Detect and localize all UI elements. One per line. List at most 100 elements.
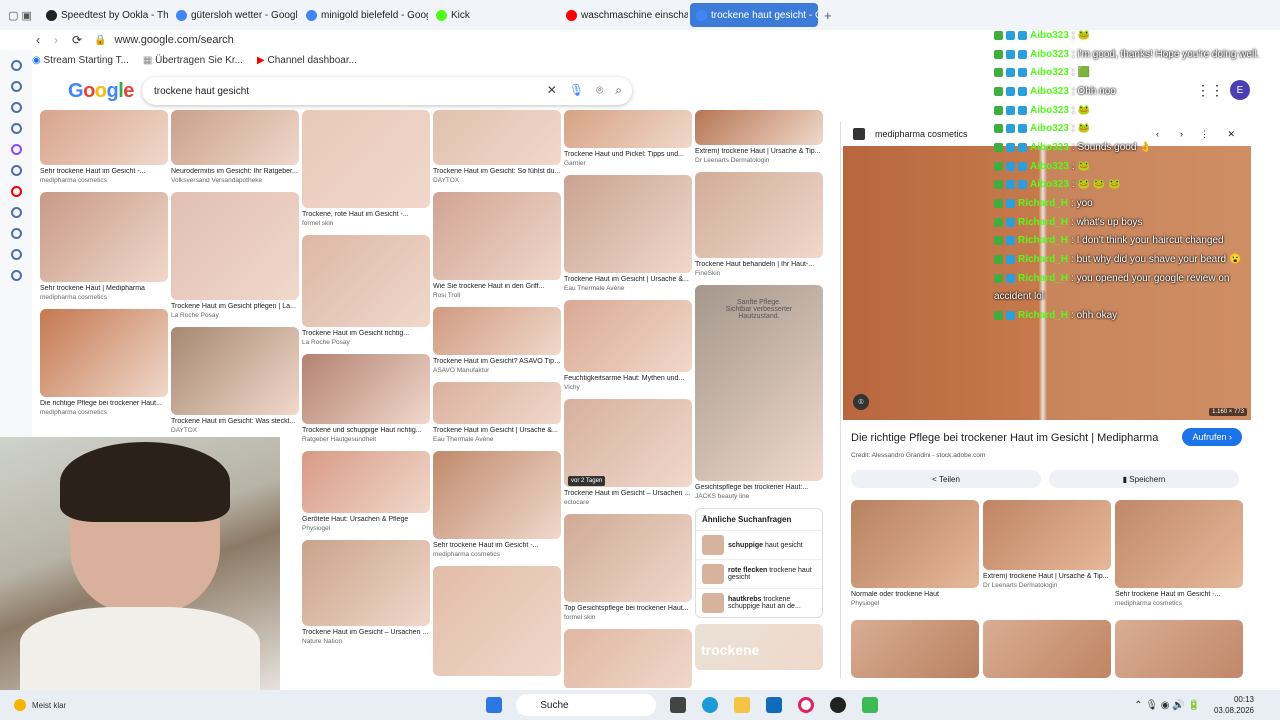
search-box[interactable]: trockene haut gesicht ✕ 🎙 ⌾ ⌕: [142, 77, 632, 105]
chat-username[interactable]: Aibo323: [1030, 30, 1069, 41]
image-result[interactable]: Sehr trockene Haut | Medipharma medipharm…: [40, 192, 168, 303]
image-result[interactable]: Wie Sie trockene Haut in den Griff... Ros…: [433, 192, 561, 301]
chat-username[interactable]: Richard_H: [1018, 217, 1068, 228]
panel-title[interactable]: Die richtige Pflege bei trockener Haut i…: [851, 432, 1171, 444]
result-thumbnail[interactable]: [564, 300, 692, 372]
bookmark-1[interactable]: ◉ Stream Starting T...: [32, 55, 129, 66]
result-source[interactable]: DAYTOX: [171, 427, 299, 436]
result-thumbnail[interactable]: [40, 192, 168, 282]
clock[interactable]: 00:13 03.08.2026: [1214, 694, 1254, 716]
result-caption[interactable]: Trockene Haut im Gesicht: So fühlst du..…: [433, 168, 561, 177]
result-source[interactable]: Rosi Troll: [433, 292, 561, 301]
image-result[interactable]: Sanfte Pflege. Sichtbar verbesserter Hautz…: [695, 285, 823, 502]
site-info-icon[interactable]: 🔒: [94, 35, 106, 46]
result-thumbnail[interactable]: [433, 566, 561, 676]
result-caption[interactable]: Trockene, rote Haut im Gesicht -...: [302, 211, 430, 220]
sidebar-icon-8[interactable]: [10, 207, 22, 218]
result-thumbnail[interactable]: [433, 192, 561, 280]
related-thumbnail[interactable]: [1115, 500, 1243, 588]
image-result[interactable]: Trockene, rote Haut im Gesicht -... forme…: [302, 110, 430, 229]
new-tab-button[interactable]: +: [824, 8, 832, 23]
result-caption[interactable]: Wie Sie trockene Haut in den Griff...: [433, 283, 561, 292]
tab-0[interactable]: Speedtest by Ookla - The G: [40, 3, 168, 27]
result-caption[interactable]: Sehr trockene Haut im Gesicht -...: [433, 542, 561, 551]
related-thumbnail[interactable]: [983, 500, 1111, 570]
result-source[interactable]: JACKS beauty line: [695, 493, 823, 502]
url-field[interactable]: www.google.com/search: [115, 34, 234, 46]
result-source[interactable]: medipharma cosmetics: [40, 294, 168, 303]
related-caption[interactable]: Sehr trockene Haut im Gesicht -...: [1115, 591, 1243, 600]
chat-username[interactable]: Aibo323: [1030, 123, 1069, 134]
result-caption[interactable]: Gesichtspflege bei trockener Haut:...: [695, 484, 823, 493]
sidebar-icon-3[interactable]: [10, 102, 22, 113]
result-thumbnail[interactable]: [433, 307, 561, 355]
result-caption[interactable]: Sehr trockene Haut im Gesicht -...: [40, 168, 168, 177]
tab-1[interactable]: gütersloh wetter - Google S: [170, 3, 298, 27]
similar-search-item[interactable]: hautkrebs trockene schuppige haut an de.…: [696, 588, 822, 617]
result-thumbnail[interactable]: [433, 451, 561, 539]
result-thumbnail[interactable]: [564, 514, 692, 602]
search-icon[interactable]: ⌕: [615, 83, 622, 98]
result-caption[interactable]: Trockene Haut im Gesicht | Ursache &...: [433, 427, 561, 436]
result-thumbnail[interactable]: [695, 172, 823, 258]
result-thumbnail[interactable]: [171, 110, 299, 165]
tab-3[interactable]: Kick: [430, 3, 558, 27]
image-result[interactable]: Top Gesichtspflege bei trockener Haut...…: [564, 514, 692, 623]
result-thumbnail[interactable]: trockene: [695, 624, 823, 670]
result-source[interactable]: medipharma cosmetics: [433, 551, 561, 560]
sidebar-icon-4[interactable]: [10, 123, 22, 134]
result-caption[interactable]: Feuchtigkeitsarme Haut: Mythen und...: [564, 375, 692, 384]
tab-2[interactable]: minigold bielefeld - Googl: [300, 3, 428, 27]
result-source[interactable]: Eau Thermale Avène: [564, 285, 692, 294]
chat-username[interactable]: Aibo323: [1030, 142, 1069, 153]
reload-icon[interactable]: ⟳: [72, 33, 82, 47]
result-caption[interactable]: Trockene Haut im Gesicht | Ursache &...: [564, 276, 692, 285]
result-thumbnail[interactable]: [302, 235, 430, 327]
chat-username[interactable]: Aibo323: [1030, 161, 1069, 172]
app-icon[interactable]: [862, 697, 879, 713]
image-result[interactable]: [433, 566, 561, 676]
clear-icon[interactable]: ✕: [547, 83, 557, 98]
chat-username[interactable]: Richard_H: [1018, 198, 1068, 209]
tab-actions-icon[interactable]: ▢ ▣: [0, 9, 40, 22]
obs-icon[interactable]: [830, 697, 847, 713]
result-source[interactable]: FineSkin: [695, 270, 823, 279]
result-thumbnail[interactable]: [40, 309, 168, 397]
lens-search-icon[interactable]: ⌾: [853, 394, 869, 410]
weather-text[interactable]: Meist klar: [32, 701, 66, 710]
image-result[interactable]: Trockene Haut im Gesicht richtig... La Ro…: [302, 235, 430, 348]
result-source[interactable]: Volksversand Versandapotheke: [171, 177, 299, 186]
result-thumbnail[interactable]: [302, 451, 430, 513]
result-source[interactable]: medipharma cosmetics: [40, 409, 168, 418]
settings-icon[interactable]: [10, 270, 22, 281]
image-result[interactable]: Trockene Haut behandeln | Ihr Haut-... Fi…: [695, 172, 823, 279]
tab-4[interactable]: waschmaschine einschalte: [560, 3, 688, 27]
result-source[interactable]: Dr Leenarts Dermatologin: [695, 157, 823, 166]
bookmark-2[interactable]: ▦ Übertragen Sie Kr...: [143, 55, 243, 66]
related-thumbnail-more[interactable]: [983, 620, 1111, 678]
result-caption[interactable]: Trockene Haut im Gesicht? ASAVO Tipps: [433, 358, 561, 367]
sidebar-icon-10[interactable]: [10, 249, 22, 260]
image-result[interactable]: Die richtige Pflege bei trockener Haut..…: [40, 309, 168, 418]
related-thumbnail[interactable]: [851, 500, 979, 588]
result-source[interactable]: Physiogel: [302, 525, 430, 534]
visit-button[interactable]: Aufrufen ›: [1182, 428, 1242, 446]
related-image[interactable]: Extrem) trockene Haut | Ursache & Tip...…: [983, 500, 1111, 591]
result-caption[interactable]: Trockene Haut im Gesicht – Ursachen ...: [302, 629, 430, 638]
result-caption[interactable]: Trockene Haut und Pickel: Tipps und...: [564, 151, 692, 160]
image-result[interactable]: Trockene und schuppige Haut richtig... Ra…: [302, 354, 430, 445]
result-source[interactable]: Eau Thermale Avène: [433, 436, 561, 445]
chat-username[interactable]: Richard_H: [1018, 235, 1068, 246]
sidebar-icon-7[interactable]: [10, 186, 22, 197]
related-caption[interactable]: Extrem) trockene Haut | Ursache & Tip...: [983, 573, 1111, 582]
forward-icon[interactable]: ›: [54, 33, 58, 47]
search-input[interactable]: trockene haut gesicht: [154, 86, 249, 97]
back-icon[interactable]: ‹: [36, 33, 40, 47]
result-thumbnail[interactable]: [564, 110, 692, 148]
result-caption[interactable]: Top Gesichtspflege bei trockener Haut...: [564, 605, 692, 614]
result-source[interactable]: formel skin: [302, 220, 430, 229]
image-result[interactable]: vor 2 Tagen Trockene Haut im Gesicht – Ur…: [564, 399, 692, 508]
result-source[interactable]: La Roche Posay: [302, 339, 430, 348]
share-button[interactable]: < Teilen: [851, 470, 1041, 488]
result-caption[interactable]: Extrem) trockene Haut | Ursache & Tip...: [695, 148, 823, 157]
